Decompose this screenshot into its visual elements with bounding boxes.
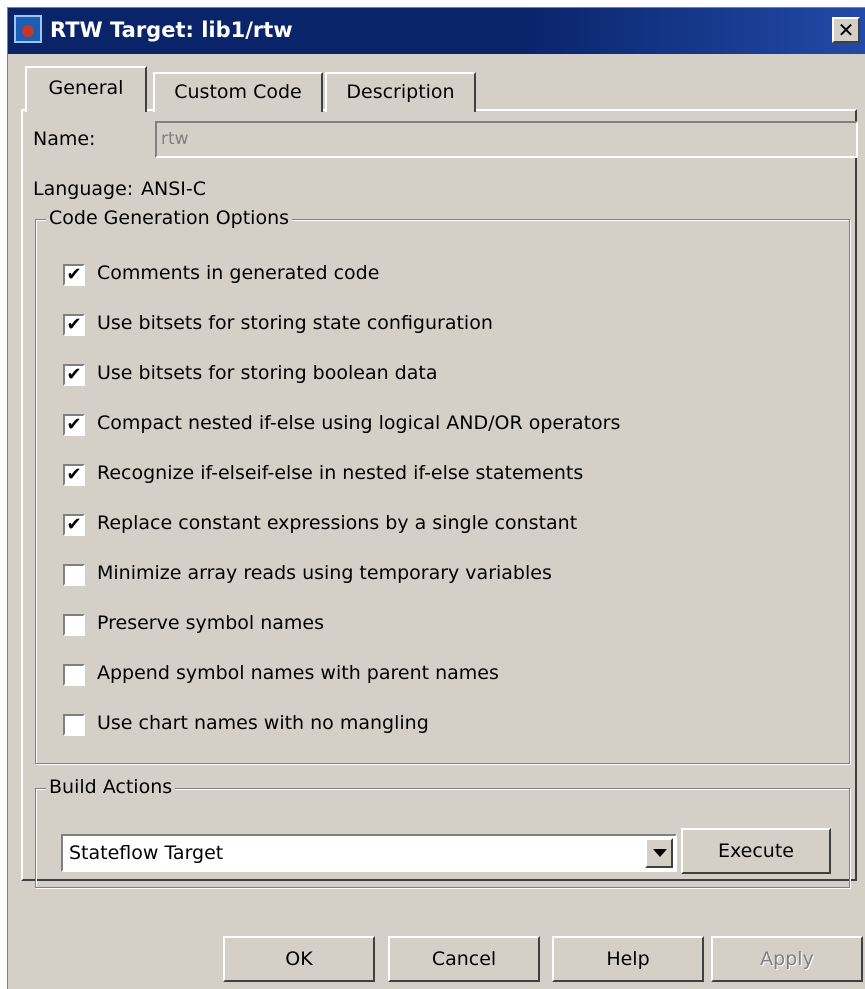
tab-custom-code[interactable]: Custom Code: [153, 72, 323, 112]
title-bar[interactable]: RTW Target: lib1/rtw ✕: [8, 8, 865, 54]
ok-button-label: OK: [285, 948, 313, 970]
tab-general-label: General: [48, 77, 124, 99]
option-label: Comments in generated code: [97, 262, 380, 284]
checkbox[interactable]: [63, 664, 85, 686]
build-action-selected-value: Stateflow Target: [69, 842, 224, 864]
stateflow-app-icon: [14, 15, 42, 43]
checkbox[interactable]: [63, 614, 85, 636]
tab-description-label: Description: [346, 81, 455, 103]
name-field[interactable]: rtw: [155, 121, 858, 158]
dropdown-arrow-icon[interactable]: [645, 838, 673, 868]
checkbox[interactable]: [63, 564, 85, 586]
tab-general[interactable]: General: [25, 66, 147, 112]
cancel-button-label: Cancel: [431, 948, 497, 970]
build-actions-title: Build Actions: [46, 776, 176, 798]
checkbox[interactable]: ✔: [63, 464, 85, 486]
option-label: Compact nested if-else using logical AND…: [97, 412, 621, 434]
checkbox[interactable]: ✔: [63, 264, 85, 286]
apply-button-label: Apply: [760, 948, 814, 970]
close-icon: ✕: [837, 18, 855, 42]
help-button-label: Help: [606, 948, 650, 970]
checkbox[interactable]: ✔: [63, 364, 85, 386]
checkbox[interactable]: ✔: [63, 314, 85, 336]
help-button[interactable]: Help: [552, 936, 704, 982]
option-label: Recognize if-elseif-else in nested if-el…: [97, 462, 584, 484]
checkbox[interactable]: ✔: [63, 414, 85, 436]
window-title: RTW Target: lib1/rtw: [50, 18, 293, 42]
language-value: ANSI-C: [141, 178, 206, 200]
checkbox[interactable]: ✔: [63, 514, 85, 536]
cancel-button[interactable]: Cancel: [388, 936, 540, 982]
option-label: Minimize array reads using temporary var…: [97, 562, 552, 584]
ok-button[interactable]: OK: [223, 936, 375, 982]
option-label: Preserve symbol names: [97, 612, 325, 634]
checkbox[interactable]: [63, 714, 85, 736]
execute-button-label: Execute: [718, 840, 794, 862]
option-label: Use bitsets for storing state configurat…: [97, 312, 493, 334]
option-label: Use bitsets for storing boolean data: [97, 362, 438, 384]
build-action-select[interactable]: Stateflow Target: [61, 834, 677, 872]
option-label: Replace constant expressions by a single…: [97, 512, 578, 534]
close-button[interactable]: ✕: [832, 17, 860, 43]
option-label: Append symbol names with parent names: [97, 662, 499, 684]
option-label: Use chart names with no mangling: [97, 712, 429, 734]
execute-button[interactable]: Execute: [681, 828, 831, 874]
dialog-window: RTW Target: lib1/rtw ✕ General Custom Co…: [7, 7, 865, 989]
name-label: Name:: [33, 128, 96, 150]
tab-custom-code-label: Custom Code: [174, 81, 302, 103]
apply-button: Apply: [711, 936, 863, 982]
language-label: Language:: [33, 178, 134, 200]
name-field-value: rtw: [161, 129, 189, 149]
code-generation-options-title: Code Generation Options: [46, 207, 293, 229]
tab-description[interactable]: Description: [325, 72, 476, 112]
